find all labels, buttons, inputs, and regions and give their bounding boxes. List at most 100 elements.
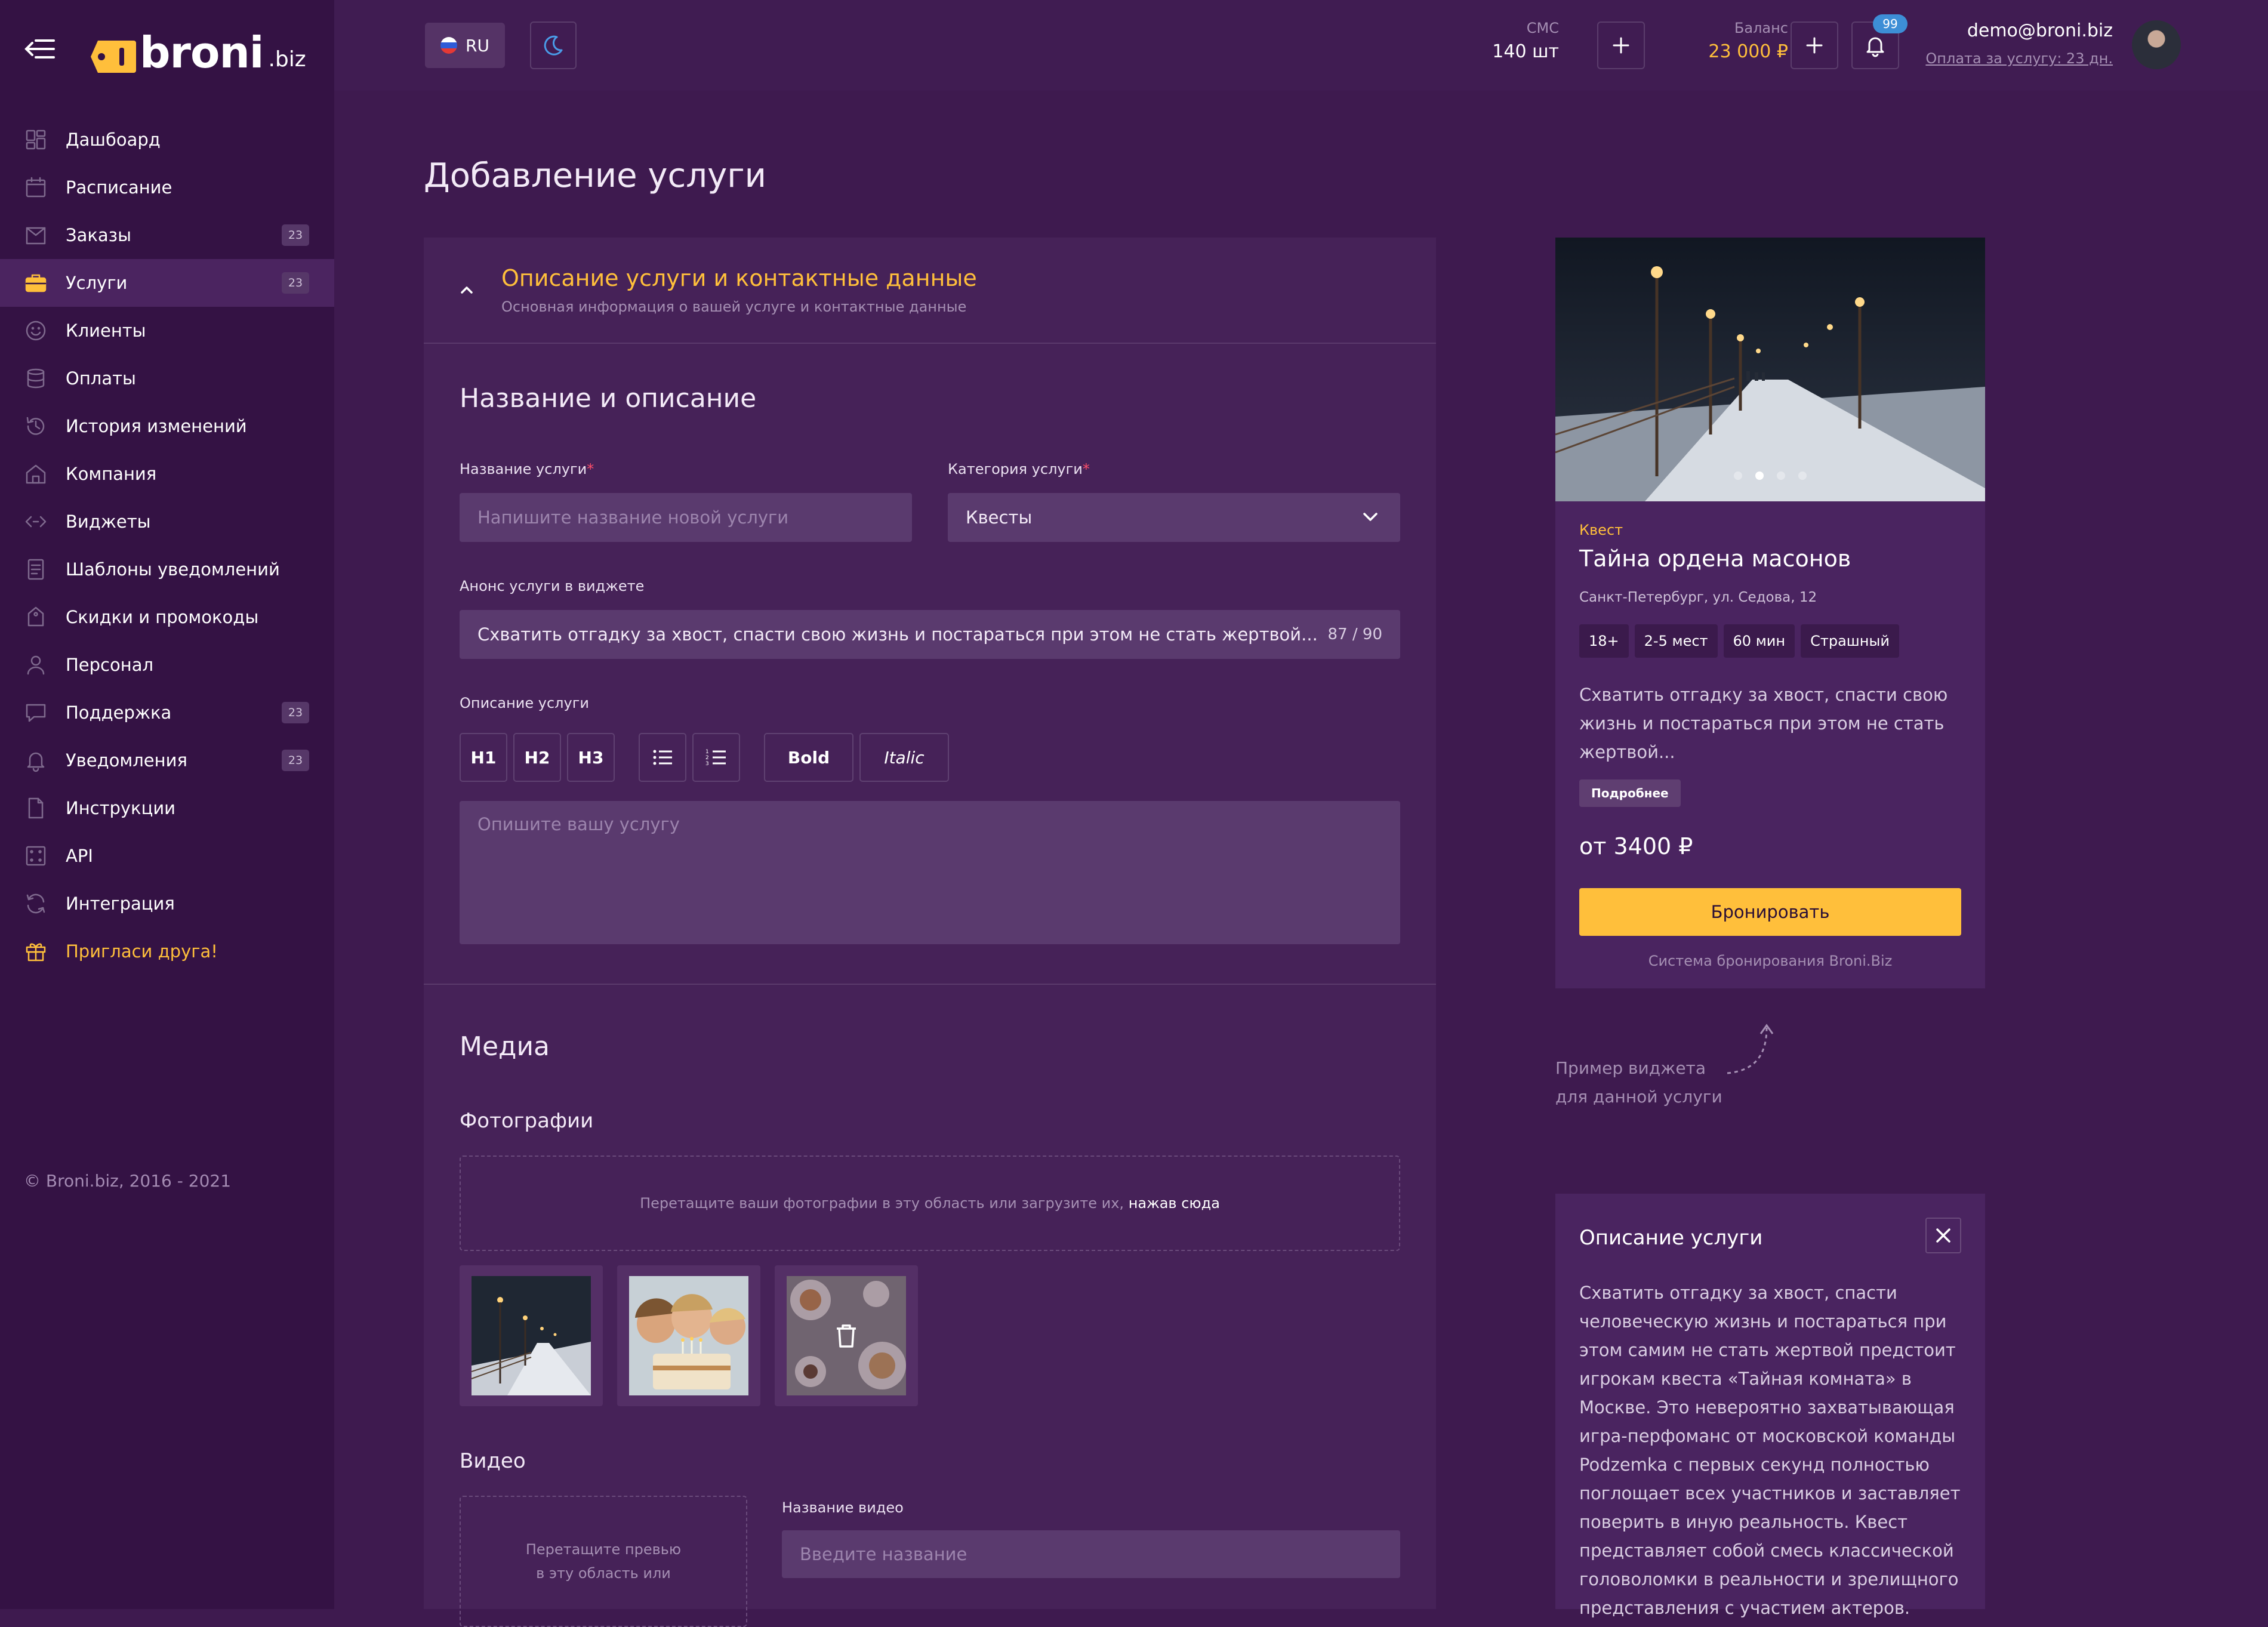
user-icon [24, 653, 48, 677]
sidebar-item[interactable]: Скидки и промокоды [0, 593, 334, 641]
svg-text:2: 2 [705, 755, 709, 761]
video-name-label: Название видео [782, 1499, 904, 1516]
photo-thumbnail[interactable] [617, 1265, 760, 1406]
sidebar-item[interactable]: Уведомления 23 [0, 737, 334, 784]
document-icon [24, 557, 48, 581]
announce-input[interactable]: Схватить отгадку за хвост, спасти свою ж… [460, 610, 1400, 659]
sidebar-item[interactable]: Инструкции [0, 784, 334, 832]
bold-button[interactable]: Bold [764, 733, 853, 782]
upload-link[interactable]: нажав сюда [1129, 1195, 1220, 1212]
smile-icon [24, 319, 48, 343]
api-icon [24, 844, 48, 868]
section-title-name: Название и описание [460, 383, 757, 414]
sidebar-item[interactable]: Компания [0, 450, 334, 498]
home-icon [24, 462, 48, 486]
svg-text:1: 1 [705, 749, 709, 755]
carousel-dot[interactable] [1755, 472, 1764, 480]
category-label: Категория услуги* [948, 461, 1090, 477]
tag-icon [24, 605, 48, 629]
close-button[interactable] [1925, 1218, 1961, 1253]
moon-icon [544, 35, 563, 56]
h2-button[interactable]: H2 [513, 733, 561, 782]
sidebar-item[interactable]: Пригласи друга! [0, 927, 334, 975]
section-title-media: Медиа [460, 1031, 550, 1062]
sidebar-item[interactable]: Оплаты [0, 355, 334, 402]
collapse-menu-icon[interactable] [24, 37, 55, 61]
numbered-list-button[interactable]: 123 [692, 733, 740, 782]
sidebar-item[interactable]: Дашбоард [0, 116, 334, 164]
photo-winter-park [472, 1276, 591, 1395]
sidebar-item-label: Дашбоард [66, 130, 161, 150]
h3-button[interactable]: H3 [567, 733, 615, 782]
widget-preview-card: Квест Тайна ордена масонов Санкт-Петербу… [1555, 238, 1985, 988]
sidebar-item[interactable]: Заказы 23 [0, 211, 334, 259]
widget-photo[interactable] [1555, 238, 1985, 501]
video-drop-line1: Перетащите превью [525, 1541, 682, 1558]
sidebar-item[interactable]: Расписание [0, 164, 334, 211]
description-preview-card: Описание услуги Схватить отгадку за хвос… [1555, 1194, 1985, 1618]
video-preview-dropzone[interactable]: Перетащите превью в эту область или [460, 1496, 747, 1627]
sidebar-item-label: API [66, 846, 93, 866]
italic-button[interactable]: Italic [859, 733, 949, 782]
logo[interactable]: broni .biz [90, 29, 306, 74]
category-select[interactable]: Квесты [948, 493, 1400, 542]
logo-tag-icon [90, 39, 137, 74]
avatar[interactable] [2132, 20, 2181, 69]
sidebar-item[interactable]: Услуги 23 [0, 259, 334, 307]
service-name-placeholder: Напишите название новой услуги [477, 507, 789, 528]
user-email[interactable]: demo@broni.biz [1910, 20, 2113, 41]
sidebar-item[interactable]: Клиенты [0, 307, 334, 355]
photos-title: Фотографии [460, 1109, 594, 1133]
add-sms-button[interactable] [1597, 21, 1645, 69]
count-badge: 23 [282, 750, 309, 771]
sidebar-item[interactable]: История изменений [0, 402, 334, 450]
accordion-subtitle: Основная информация о вашей услуге и кон… [501, 298, 967, 315]
photos-dropzone[interactable]: Перетащите ваши фотографии в эту область… [460, 1155, 1400, 1251]
add-balance-button[interactable] [1791, 21, 1838, 69]
theme-toggle-button[interactable] [530, 21, 577, 69]
chevron-up-icon[interactable] [457, 281, 476, 300]
chat-icon [24, 701, 48, 725]
balance-label: Баланс [1734, 20, 1788, 36]
carousel-dot[interactable] [1798, 472, 1807, 480]
top-bar: RU СМС 140 шт Баланс 23 000 ₽ 99 demo@br… [334, 0, 2268, 91]
more-button[interactable]: Подробнее [1579, 779, 1681, 807]
widget-description: Схватить отгадку за хвост, спасти свою ж… [1579, 685, 1948, 762]
book-button[interactable]: Бронировать [1579, 888, 1961, 936]
accordion-header[interactable]: Описание услуги и контактные данные Осно… [424, 238, 1436, 344]
carousel-dot[interactable] [1734, 472, 1742, 480]
delete-photo-button[interactable] [787, 1276, 906, 1395]
dashboard-icon [24, 128, 48, 152]
page-title: Добавление услуги [424, 156, 767, 195]
service-name-input[interactable]: Напишите название новой услуги [460, 493, 912, 542]
sidebar-item-label: Расписание [66, 177, 172, 198]
photo-food-plates [787, 1276, 906, 1395]
sidebar-item[interactable]: Поддержка 23 [0, 689, 334, 737]
video-name-input[interactable]: Введите название [782, 1530, 1400, 1578]
inbox-icon [24, 223, 48, 247]
sidebar-item[interactable]: Интеграция [0, 880, 334, 927]
sidebar-item[interactable]: API [0, 832, 334, 880]
briefcase-icon [24, 271, 48, 295]
gift-icon [24, 939, 48, 963]
photo-thumbnail[interactable] [460, 1265, 603, 1406]
count-badge: 23 [282, 224, 309, 246]
widget-tag: 18+ [1579, 624, 1629, 658]
description-textarea[interactable]: Опишите вашу услугу [460, 801, 1400, 944]
language-switcher[interactable]: RU [425, 23, 505, 68]
widget-category: Квест [1579, 522, 1623, 538]
sidebar-item[interactable]: Виджеты [0, 498, 334, 546]
count-badge: 23 [282, 702, 309, 723]
photo-thumbnail[interactable] [775, 1265, 918, 1406]
carousel-dot[interactable] [1777, 472, 1785, 480]
announce-value: Схватить отгадку за хвост, спасти свою ж… [477, 624, 1318, 645]
video-title: Видео [460, 1449, 526, 1473]
balance-value: 23 000 ₽ [1708, 41, 1788, 62]
bullet-list-button[interactable] [639, 733, 686, 782]
plus-icon [1613, 37, 1629, 54]
sidebar-item[interactable]: Шаблоны уведомлений [0, 546, 334, 593]
video-name-placeholder: Введите название [800, 1544, 967, 1564]
sidebar-item[interactable]: Персонал [0, 641, 334, 689]
payment-link[interactable]: Оплата за услугу: 23 дн. [1910, 50, 2113, 67]
h1-button[interactable]: H1 [460, 733, 507, 782]
